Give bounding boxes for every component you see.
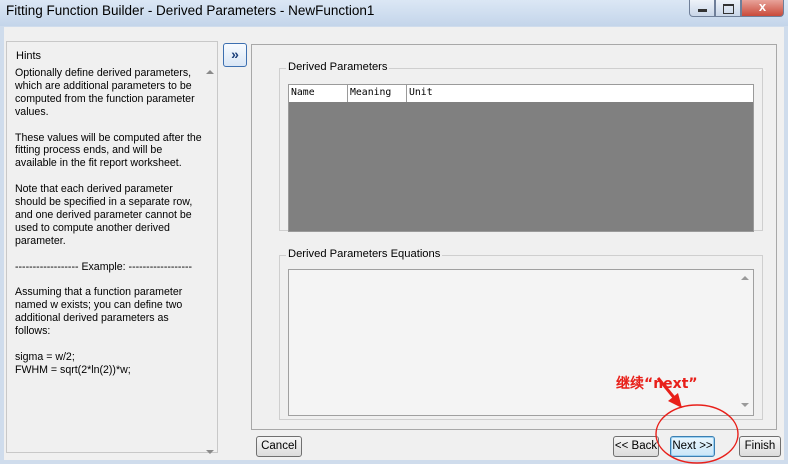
derived-parameters-group: Derived Parameters Name Meaning Unit <box>279 61 763 232</box>
derived-parameters-title: Derived Parameters <box>286 61 390 73</box>
window-title: Fitting Function Builder - Derived Param… <box>6 3 375 18</box>
close-icon: x <box>758 0 767 14</box>
hint-equation: sigma = w/2; <box>15 350 75 363</box>
hint-paragraph: These values will be computed after the … <box>15 131 202 170</box>
hints-panel: Hints Optionally define derived paramete… <box>6 41 218 454</box>
main-panel: Derived Parameters Name Meaning Unit Der… <box>251 44 777 430</box>
hint-example-divider: ------------------ Example: ------------… <box>15 260 193 273</box>
equations-scrollbar[interactable] <box>738 270 753 415</box>
next-button[interactable]: Next >> <box>670 436 715 457</box>
column-header-unit[interactable]: Unit <box>407 85 753 102</box>
window-controls: x <box>689 0 784 18</box>
hint-equation: FWHM = sqrt(2*ln(2))*w; <box>15 363 131 376</box>
dialog-body: Hints Optionally define derived paramete… <box>4 27 784 460</box>
derived-parameters-table[interactable]: Name Meaning Unit <box>288 84 754 232</box>
scroll-up-icon[interactable] <box>741 276 749 280</box>
table-body[interactable] <box>289 102 753 231</box>
scroll-down-icon[interactable] <box>206 450 214 454</box>
cancel-button[interactable]: Cancel <box>256 436 302 457</box>
maximize-button[interactable] <box>715 0 741 17</box>
column-header-meaning[interactable]: Meaning <box>348 85 407 102</box>
hint-paragraph: Optionally define derived parameters, wh… <box>15 67 195 118</box>
hints-scrollbar[interactable] <box>203 65 217 454</box>
scroll-up-icon[interactable] <box>206 70 214 74</box>
table-header: Name Meaning Unit <box>289 85 753 103</box>
column-header-name[interactable]: Name <box>289 85 348 102</box>
equations-title: Derived Parameters Equations <box>286 248 443 260</box>
scroll-down-icon[interactable] <box>741 403 749 407</box>
hint-paragraph: Note that each derived parameter should … <box>15 183 193 247</box>
hints-title: Hints <box>14 50 44 62</box>
maximize-icon <box>723 4 734 14</box>
expand-button[interactable]: » <box>223 43 247 67</box>
title-bar: Fitting Function Builder - Derived Param… <box>0 0 788 26</box>
minimize-icon <box>698 9 707 12</box>
close-button[interactable]: x <box>741 0 784 17</box>
minimize-button[interactable] <box>689 0 715 17</box>
equations-textarea[interactable] <box>288 269 754 416</box>
finish-button[interactable]: Finish <box>739 436 781 457</box>
annotation-text: 继续“next” <box>616 376 698 392</box>
equations-group: Derived Parameters Equations <box>279 248 763 420</box>
hints-text: Optionally define derived parameters, wh… <box>15 67 203 377</box>
back-button[interactable]: << Back <box>613 436 659 457</box>
hint-paragraph: Assuming that a function parameter named… <box>15 286 183 338</box>
